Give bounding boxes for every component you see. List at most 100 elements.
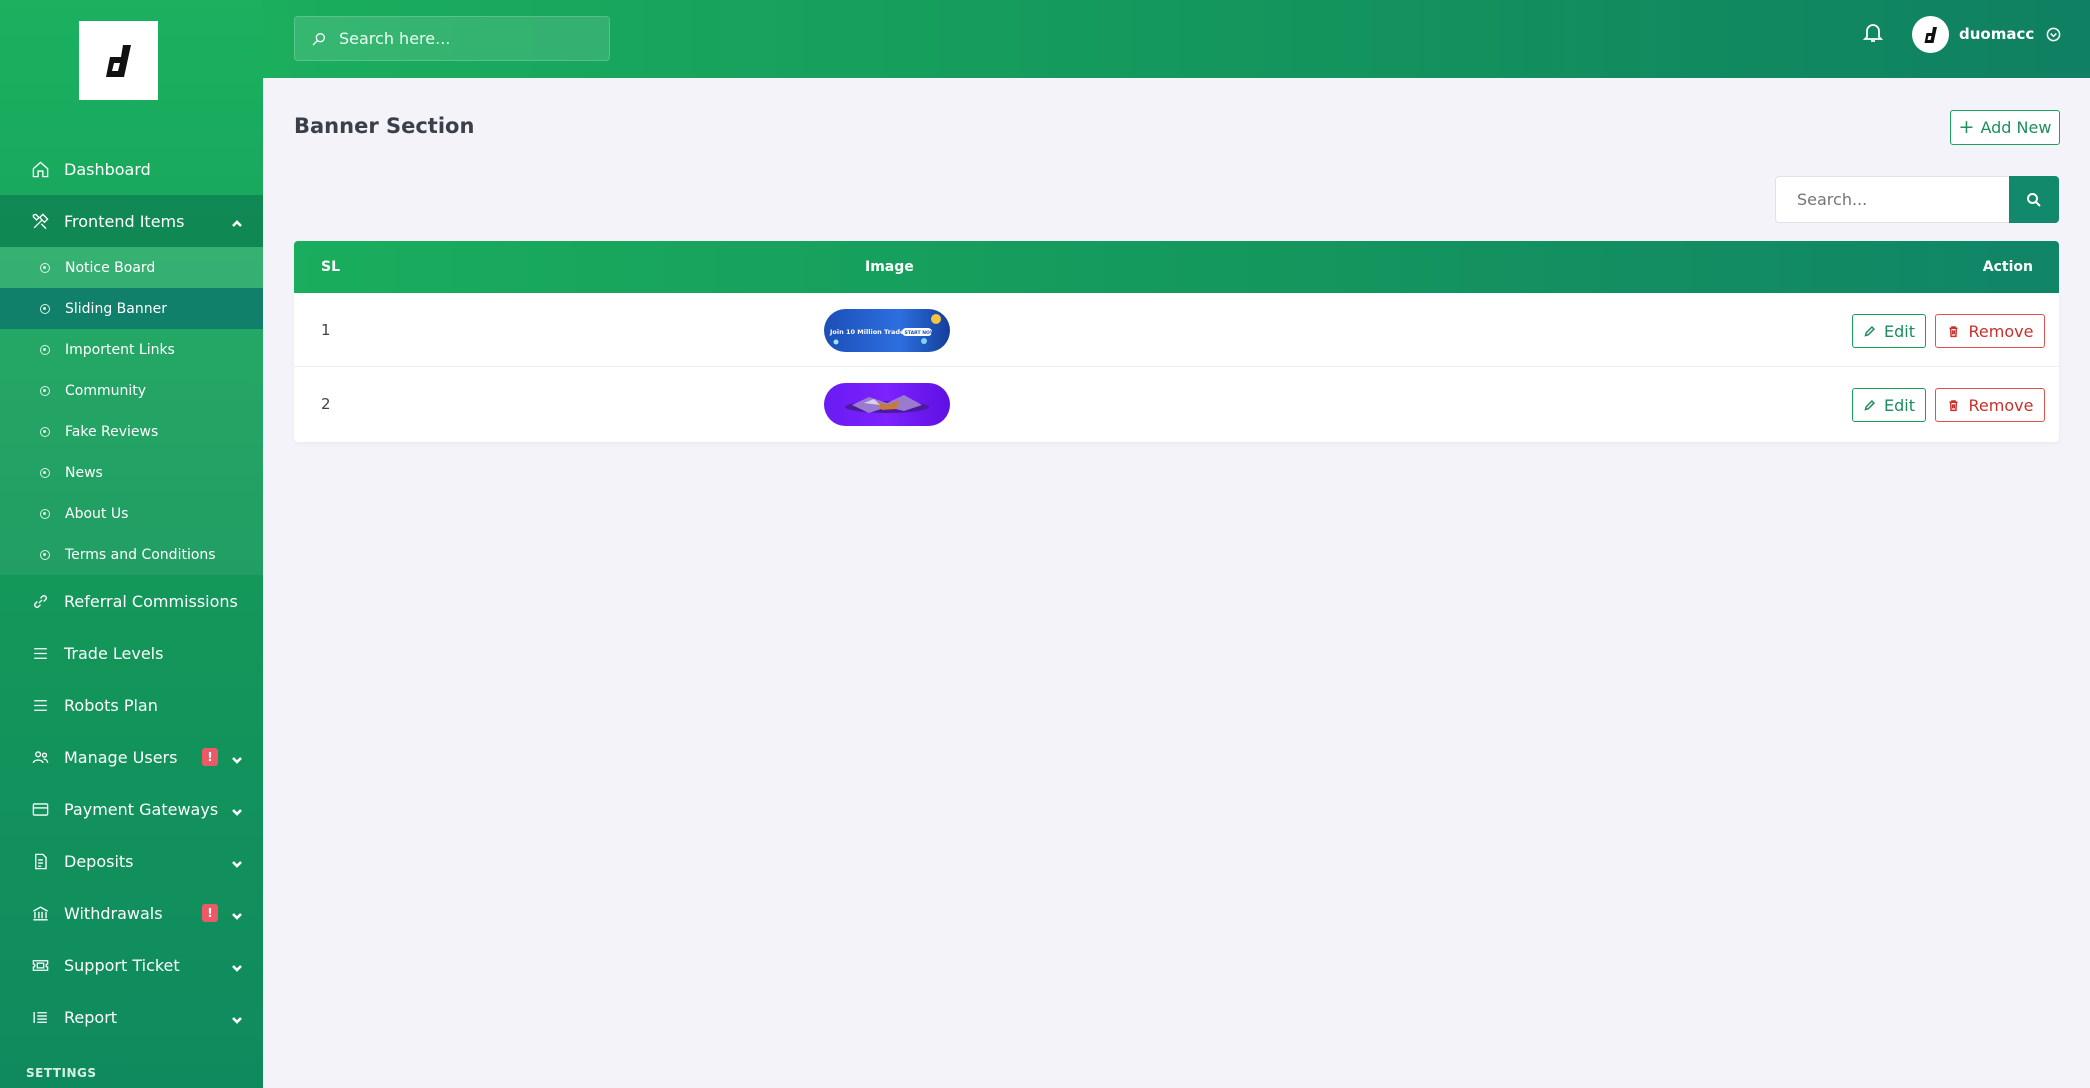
sidebar-item-withdrawals[interactable]: Withdrawals ! [0,887,263,939]
search-icon [2027,192,2041,207]
sidebar-item-label: Trade Levels [64,643,164,663]
user-menu-chevron-icon[interactable] [2046,27,2061,42]
bullet-icon [40,344,50,355]
column-header-sl: SL [321,259,341,275]
remove-button[interactable]: Remove [1935,388,2045,422]
plus-icon: + [1958,116,1975,138]
sidebar-item-report[interactable]: Report [0,991,263,1043]
pencil-icon [1864,399,1876,411]
settings-section-label: SETTINGS [26,1066,97,1080]
sidebar-item-label: Dashboard [64,159,151,179]
submenu-item-important-links[interactable]: Importent Links [0,329,263,370]
chevron-down-icon [231,959,243,972]
table-header: SL Image Action [294,241,2059,293]
submenu-item-fake-reviews[interactable]: Fake Reviews [0,411,263,452]
submenu-label: Community [65,382,147,399]
sidebar-item-referral-commissions[interactable]: Referral Commissions [0,575,263,627]
table-row: 2 Edit Remove [294,367,2059,441]
column-header-image: Image [865,259,914,275]
sidebar-item-label: Manage Users [64,747,178,767]
table-row: 1 Join 10 Million Traders START NOW Edit [294,293,2059,367]
submenu-item-news[interactable]: News [0,452,263,493]
avatar[interactable] [1912,16,1949,53]
receipt-icon [30,851,50,871]
chevron-down-icon [231,907,243,920]
tools-icon [30,211,50,231]
submenu-item-community[interactable]: Community [0,370,263,411]
banner-table: SL Image Action 1 Join 10 Million Trader… [294,241,2059,442]
sidebar-item-label: Withdrawals [64,903,163,923]
submenu-label: News [65,464,103,481]
remove-label: Remove [1968,321,2034,341]
edit-button[interactable]: Edit [1852,388,1926,422]
bullet-icon [40,385,50,396]
header-search-input[interactable]: Search here... [294,16,610,61]
table-search-input[interactable] [1775,176,2010,223]
sidebar-item-label: Referral Commissions [64,591,238,611]
bullet-icon [40,303,50,314]
banner-headline: Join 10 Million Traders [829,328,912,336]
submenu-label: Fake Reviews [65,423,159,440]
submenu-label: Terms and Conditions [65,546,216,563]
credit-card-icon [30,799,50,819]
avatar-logo-icon [1924,26,1937,43]
sidebar-item-payment-gateways[interactable]: Payment Gateways [0,783,263,835]
sidebar-item-label: Deposits [64,851,134,871]
submenu-label: Sliding Banner [65,300,167,317]
search-button[interactable] [2009,176,2059,223]
sidebar-item-dashboard[interactable]: Dashboard [0,143,263,195]
bullet-icon [40,508,50,519]
top-header: Search here... duomacc [263,0,2090,78]
frontend-submenu: Notice Board Sliding Banner Importent Li… [0,247,263,575]
sidebar: Dashboard Frontend Items Notice Board Sl… [0,0,263,1088]
chevron-up-icon [231,215,243,227]
sidebar-item-label: Payment Gateways [64,799,219,819]
users-icon [30,747,50,767]
pencil-icon [1864,325,1876,337]
edit-label: Edit [1884,395,1915,415]
edit-label: Edit [1884,321,1915,341]
list-icon [30,1007,50,1027]
home-icon [30,159,50,179]
submenu-label: About Us [65,505,129,522]
sidebar-item-deposits[interactable]: Deposits [0,835,263,887]
page-title: Banner Section [294,114,475,138]
column-header-action: Action [1982,259,2033,275]
submenu-label: Notice Board [65,259,156,276]
ticket-icon [30,955,50,975]
sidebar-item-frontend-items[interactable]: Frontend Items [0,195,263,247]
sidebar-item-support-ticket[interactable]: Support Ticket [0,939,263,991]
banner-image-thumbnail [824,383,950,426]
bullet-icon [40,262,50,273]
sidebar-nav: Dashboard Frontend Items Notice Board Sl… [0,143,263,1043]
sidebar-item-label: Report [64,1007,118,1027]
add-new-label: Add New [1980,118,2052,137]
banner-cta: START NOW [905,330,936,336]
submenu-item-sliding-banner[interactable]: Sliding Banner [0,288,263,329]
alert-badge: ! [202,904,218,922]
row-sl: 2 [321,395,331,413]
sidebar-item-manage-users[interactable]: Manage Users ! [0,731,263,783]
chevron-down-icon [231,855,243,868]
alert-badge: ! [202,748,218,766]
header-search-placeholder: Search here... [339,29,451,48]
username-label[interactable]: duomacc [1959,25,2034,43]
bank-icon [30,903,50,923]
search-icon [312,32,325,45]
sidebar-item-label: Frontend Items [64,211,185,231]
trash-icon [1948,399,1958,411]
sidebar-item-robots-plan[interactable]: Robots Plan [0,679,263,731]
submenu-item-notice-board[interactable]: Notice Board [0,247,263,288]
submenu-label: Importent Links [65,341,175,358]
chevron-down-icon [231,751,243,764]
notification-bell-icon[interactable] [1861,20,1887,46]
submenu-item-terms[interactable]: Terms and Conditions [0,534,263,575]
sidebar-item-label: Support Ticket [64,955,180,975]
sidebar-item-trade-levels[interactable]: Trade Levels [0,627,263,679]
submenu-item-about-us[interactable]: About Us [0,493,263,534]
edit-button[interactable]: Edit [1852,314,1926,348]
add-new-button[interactable]: + Add New [1950,110,2060,145]
brand-logo[interactable] [79,21,158,100]
menu-icon [30,643,50,663]
remove-button[interactable]: Remove [1935,314,2045,348]
